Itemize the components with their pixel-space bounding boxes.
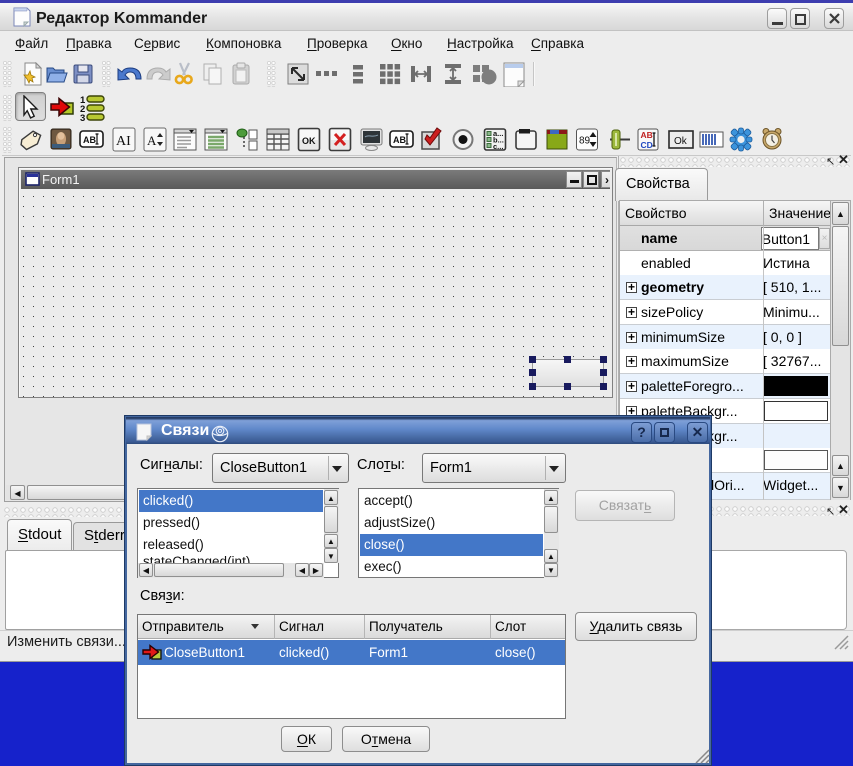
svg-text:AB: AB (393, 135, 406, 145)
svg-text:A: A (147, 133, 157, 148)
svg-text:3: 3 (80, 113, 85, 121)
svg-text:89: 89 (579, 136, 591, 147)
svg-text:AI: AI (116, 134, 131, 149)
svg-text:Ok: Ok (674, 136, 688, 147)
svg-text:OK: OK (302, 136, 316, 146)
svg-text:AB: AB (83, 135, 96, 145)
svg-text:CD: CD (641, 140, 653, 150)
svg-text:c...: c... (493, 142, 503, 151)
svg-text:AB: AB (641, 130, 653, 140)
